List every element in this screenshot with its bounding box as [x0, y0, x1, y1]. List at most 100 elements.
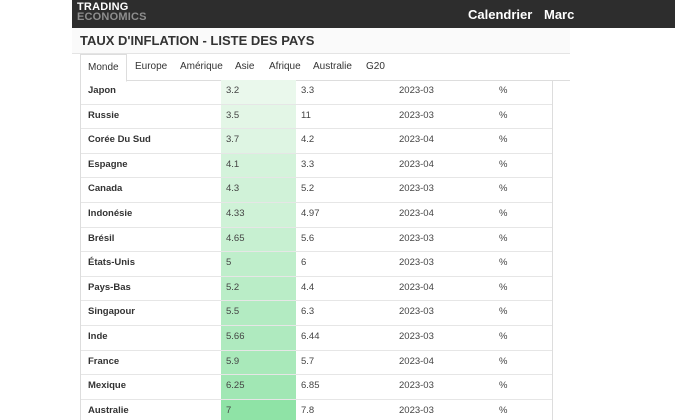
region-tabs: Monde Europe Amérique Asie Afrique Austr… — [80, 54, 570, 82]
unit: % — [499, 183, 508, 195]
page-title: TAUX D'INFLATION - LISTE DES PAYS — [80, 33, 315, 48]
reference-date: 2023-03 — [399, 257, 434, 269]
top-navigation-bar: TRADING ECONOMICS Calendrier Marc — [72, 0, 675, 28]
table-row[interactable]: Mexique 6.25 6.85 2023-03% — [81, 375, 552, 400]
inflation-table: Japon 3.2 3.3 2023-03% Russie 3.5 11 2023-03% Co… — [80, 80, 553, 420]
previous-value: 7.8 — [301, 404, 315, 416]
country-name[interactable]: Australie — [88, 400, 129, 420]
previous-value: 6.3 — [301, 306, 315, 318]
reference-date: 2023-03 — [399, 232, 434, 244]
title-bar: TAUX D'INFLATION - LISTE DES PAYS — [72, 28, 570, 54]
country-name[interactable]: Brésil — [88, 228, 114, 252]
unit: % — [499, 306, 508, 318]
tab-g20[interactable]: G20 — [366, 54, 385, 81]
country-name[interactable]: Japon — [88, 80, 116, 104]
previous-value: 6 — [301, 257, 307, 269]
unit: % — [499, 330, 508, 342]
nav-markets-link[interactable]: Marc — [544, 7, 574, 22]
country-name[interactable]: Russie — [88, 105, 119, 129]
table-row[interactable]: Brésil 4.65 5.6 2023-03% — [81, 227, 552, 253]
previous-value: 4.2 — [301, 134, 315, 146]
previous-value: 4.4 — [301, 281, 315, 293]
table-row[interactable]: Singapour 5.5 6.3 2023-03% — [81, 301, 552, 326]
table-row[interactable]: Japon 3.2 3.3 2023-03% — [81, 80, 552, 105]
country-name[interactable]: Corée Du Sud — [88, 129, 151, 153]
last-value: 3.7 — [221, 129, 296, 153]
table-row[interactable]: Corée Du Sud 3.7 4.2 2023-04% — [81, 129, 552, 154]
unit: % — [499, 281, 508, 293]
previous-value: 6.85 — [301, 380, 320, 392]
table-row[interactable]: Inde 5.66 6.44 2023-03% — [81, 325, 552, 351]
reference-date: 2023-04 — [399, 207, 434, 219]
reference-date: 2023-04 — [399, 158, 434, 170]
country-name[interactable]: Singapour — [88, 301, 135, 325]
tab-amerique[interactable]: Amérique — [180, 54, 223, 81]
table-row[interactable]: Espagne 4.1 3.3 2023-04% — [81, 153, 552, 179]
unit: % — [499, 207, 508, 219]
reference-date: 2023-03 — [399, 330, 434, 342]
country-name[interactable]: États-Unis — [88, 252, 135, 276]
tab-australie[interactable]: Australie — [313, 54, 352, 81]
unit: % — [499, 85, 508, 96]
previous-value: 5.7 — [301, 355, 315, 367]
table-row[interactable]: Australie 7 7.8 2023-03% — [81, 399, 552, 420]
logo-line-2: ECONOMICS — [77, 11, 147, 23]
last-value: 3.5 — [221, 104, 296, 129]
unit: % — [499, 257, 508, 269]
reference-date: 2023-03 — [399, 404, 434, 416]
last-value: 5.2 — [221, 276, 296, 301]
previous-value: 5.6 — [301, 232, 315, 244]
previous-value: 11 — [301, 109, 311, 121]
unit: % — [499, 232, 508, 244]
tab-monde[interactable]: Monde — [80, 54, 127, 82]
table-row[interactable]: Canada 4.3 5.2 2023-03% — [81, 178, 552, 203]
previous-value: 5.2 — [301, 183, 315, 195]
last-value: 3.2 — [221, 80, 296, 104]
trading-economics-logo[interactable]: TRADING ECONOMICS — [77, 2, 147, 23]
table-row[interactable]: Russie 3.5 11 2023-03% — [81, 104, 552, 130]
reference-date: 2023-04 — [399, 281, 434, 293]
unit: % — [499, 380, 508, 392]
table-row[interactable]: Indonésie 4.33 4.97 2023-04% — [81, 202, 552, 228]
last-value: 7 — [221, 399, 296, 420]
reference-date: 2023-04 — [399, 355, 434, 367]
unit: % — [499, 134, 508, 146]
previous-value: 3.3 — [301, 158, 315, 170]
reference-date: 2023-03 — [399, 380, 434, 392]
tab-europe[interactable]: Europe — [135, 54, 167, 81]
last-value: 5.5 — [221, 301, 296, 325]
last-value: 4.1 — [221, 153, 296, 178]
reference-date: 2023-03 — [399, 109, 434, 121]
reference-date: 2023-03 — [399, 183, 434, 195]
reference-date: 2023-03 — [399, 306, 434, 318]
reference-date: 2023-04 — [399, 134, 434, 146]
last-value: 5.66 — [221, 325, 296, 350]
unit: % — [499, 355, 508, 367]
tab-asie[interactable]: Asie — [235, 54, 254, 81]
country-name[interactable]: Inde — [88, 326, 108, 350]
nav-calendar-link[interactable]: Calendrier — [468, 7, 532, 22]
last-value: 4.65 — [221, 227, 296, 252]
previous-value: 4.97 — [301, 207, 320, 219]
previous-value: 6.44 — [301, 330, 320, 342]
unit: % — [499, 404, 508, 416]
country-name[interactable]: Mexique — [88, 375, 126, 399]
table-row[interactable]: France 5.9 5.7 2023-04% — [81, 350, 552, 376]
country-name[interactable]: Canada — [88, 178, 122, 202]
last-value: 5 — [221, 252, 296, 276]
country-name[interactable]: Indonésie — [88, 203, 132, 227]
last-value: 4.3 — [221, 178, 296, 202]
country-name[interactable]: Espagne — [88, 154, 128, 178]
unit: % — [499, 158, 508, 170]
reference-date: 2023-03 — [399, 85, 434, 96]
table-row[interactable]: Pays-Bas 5.2 4.4 2023-04% — [81, 276, 552, 302]
country-name[interactable]: France — [88, 351, 119, 375]
unit: % — [499, 109, 508, 121]
last-value: 4.33 — [221, 202, 296, 227]
last-value: 6.25 — [221, 375, 296, 399]
previous-value: 3.3 — [301, 85, 315, 96]
table-row[interactable]: États-Unis 5 6 2023-03% — [81, 252, 552, 277]
country-name[interactable]: Pays-Bas — [88, 277, 131, 301]
tab-afrique[interactable]: Afrique — [269, 54, 301, 81]
last-value: 5.9 — [221, 350, 296, 375]
